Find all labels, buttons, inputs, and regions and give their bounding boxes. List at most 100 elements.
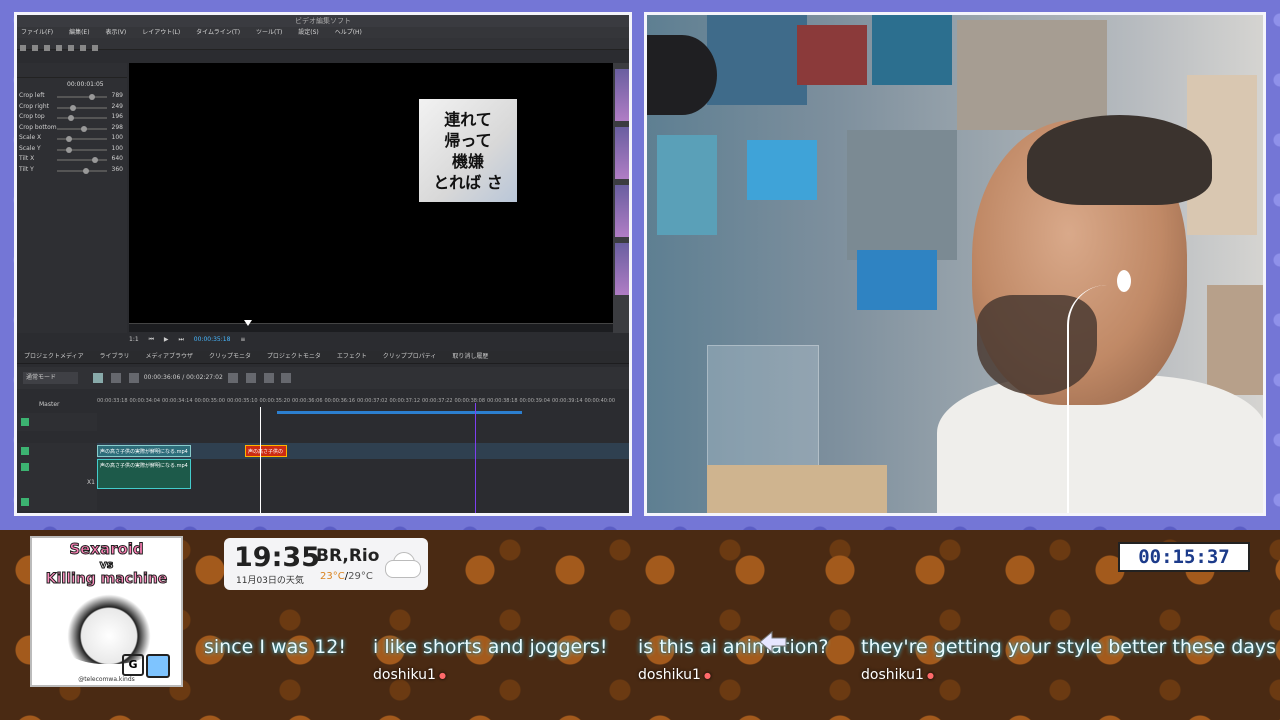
menu-file[interactable]: ファイル(F) (21, 29, 53, 36)
timeline-marker[interactable] (475, 403, 476, 513)
property-slider[interactable] (57, 159, 107, 161)
slider-knob[interactable] (81, 125, 88, 132)
property-row[interactable]: Crop left 789 (17, 92, 127, 103)
slider-knob[interactable] (88, 94, 95, 100)
property-value[interactable]: 640 (112, 155, 123, 162)
slider-knob[interactable] (68, 115, 74, 121)
property-row[interactable]: Scale X 100 (17, 134, 127, 145)
menu-view[interactable]: 表示(V) (105, 29, 126, 36)
track-active-toggle[interactable] (21, 418, 29, 426)
slider-knob[interactable] (83, 167, 90, 174)
video-clip[interactable]: 声の高さ子供の実際が鮮明になる.mp4 (97, 445, 191, 457)
cut-icon[interactable] (44, 45, 50, 51)
thumbnail[interactable] (615, 243, 629, 295)
timeline-playhead[interactable] (260, 407, 261, 513)
razor-tool-icon[interactable] (110, 372, 121, 383)
spacer-tool-icon[interactable] (128, 372, 139, 383)
property-value[interactable]: 100 (112, 145, 123, 152)
track-active-toggle[interactable] (21, 498, 29, 506)
zoom-icon[interactable] (92, 45, 98, 51)
track-header-a1[interactable]: X1 (17, 459, 97, 493)
property-row[interactable]: Scale Y 100 (17, 145, 127, 156)
paste-icon[interactable] (68, 45, 74, 51)
property-slider[interactable] (57, 138, 107, 140)
menu-edit[interactable]: 編集(E) (69, 29, 89, 36)
skip-back-icon[interactable]: ⏮ (149, 336, 154, 343)
timeline-position[interactable]: 00:00:36:06 (144, 374, 181, 381)
property-value[interactable]: 298 (112, 124, 123, 131)
ruler-tick-label: 00:00:40:00 (584, 398, 616, 404)
thumbnail[interactable] (615, 127, 629, 179)
track-header-a2[interactable] (17, 493, 97, 511)
timeline-mode-select[interactable]: 通常モード (23, 372, 78, 384)
thumbnail[interactable] (615, 185, 629, 237)
game-artwork: Sexaroid vs Killing machine G @telecomwa… (30, 536, 183, 687)
slider-knob[interactable] (70, 104, 77, 111)
slider-knob[interactable] (65, 146, 72, 153)
property-row[interactable]: Crop right 249 (17, 103, 127, 114)
ruler-tick-label: 00:00:37:02 (357, 398, 388, 404)
track-header-v2[interactable] (17, 413, 97, 431)
timeline-zone-bar[interactable] (277, 411, 522, 414)
select-tool-icon[interactable] (92, 372, 103, 383)
menu-help[interactable]: ヘルプ(H) (335, 29, 362, 36)
audio-clip[interactable]: 声の高さ子供の実際が鮮明になる.mp4 (97, 459, 191, 489)
monitor-playhead[interactable] (244, 320, 252, 326)
track-active-toggle[interactable] (21, 463, 29, 471)
render-icon[interactable] (80, 45, 86, 51)
property-value[interactable]: 196 (112, 113, 123, 120)
timeline-ruler[interactable]: 00:00:33:18 00:00:34:04 00:00:34:14 00:00:3… (97, 395, 629, 409)
thumbnail[interactable] (615, 69, 629, 121)
user-badge-icon: ● (438, 670, 446, 680)
property-row[interactable]: Tilt X 640 (17, 155, 127, 166)
track-active-toggle[interactable] (21, 447, 29, 455)
tab-library[interactable]: ライブラリ (100, 353, 130, 360)
property-row[interactable]: Crop bottom 298 (17, 124, 127, 135)
tab-project-media[interactable]: プロジェクトメディア (24, 353, 84, 360)
tab-clip-properties[interactable]: クリッププロパティ (383, 353, 437, 360)
menu-timeline[interactable]: タイムライン(T) (196, 29, 240, 36)
property-value[interactable]: 360 (112, 166, 123, 173)
menu-settings[interactable]: 設定(S) (298, 29, 319, 36)
menu-layout[interactable]: レイアウト(L) (142, 29, 180, 36)
menu-icon[interactable]: ≡ (240, 336, 245, 343)
property-slider[interactable] (57, 96, 107, 98)
tab-clip-monitor[interactable]: クリップモニタ (209, 353, 251, 360)
title-clip[interactable]: 声の高さ子供の (245, 445, 287, 457)
properties-timecode[interactable]: 00:00:01:05 (17, 78, 127, 92)
slider-knob[interactable] (92, 157, 99, 163)
property-value[interactable]: 249 (112, 103, 123, 110)
transport-timecode[interactable]: 00:00:35:18 (194, 336, 231, 343)
monitor-ruler[interactable] (129, 320, 613, 332)
speed-label[interactable]: 1:1 (129, 336, 139, 343)
property-slider[interactable] (57, 106, 107, 109)
property-row[interactable]: Tilt Y 360 (17, 166, 127, 177)
star-icon[interactable] (263, 372, 274, 383)
tab-effects[interactable]: エフェクト (337, 353, 367, 360)
property-value[interactable]: 789 (112, 92, 123, 99)
tab-media-browser[interactable]: メディアブラウザ (145, 353, 193, 360)
slider-knob[interactable] (65, 136, 72, 142)
cloud-icon (379, 550, 423, 578)
property-slider[interactable] (57, 148, 107, 151)
insert-icon[interactable] (227, 372, 238, 383)
property-value[interactable]: 100 (112, 134, 123, 141)
project-monitor[interactable]: 連れて 帰って 機嫌 とれば さ (129, 63, 613, 328)
redo-icon[interactable] (32, 45, 38, 51)
play-icon[interactable]: ▶ (164, 336, 169, 343)
property-slider[interactable] (57, 117, 107, 119)
undo-icon[interactable] (20, 45, 26, 51)
wall-poster (857, 250, 937, 310)
menu-tools[interactable]: ツール(T) (256, 29, 282, 36)
property-label: Crop top (19, 113, 45, 120)
zoom-icon[interactable] (281, 372, 292, 383)
tab-undo-history[interactable]: 取り消し履歴 (452, 353, 488, 360)
skip-forward-icon[interactable]: ⏭ (178, 336, 183, 343)
ruler-tick-label: 00:00:35:20 (259, 398, 291, 404)
overwrite-icon[interactable] (245, 372, 256, 383)
property-row[interactable]: Crop top 196 (17, 113, 127, 124)
copy-icon[interactable] (56, 45, 62, 51)
track-header-v1[interactable] (17, 443, 97, 459)
tab-project-monitor[interactable]: プロジェクトモニタ (267, 353, 321, 360)
property-slider[interactable] (57, 169, 107, 172)
